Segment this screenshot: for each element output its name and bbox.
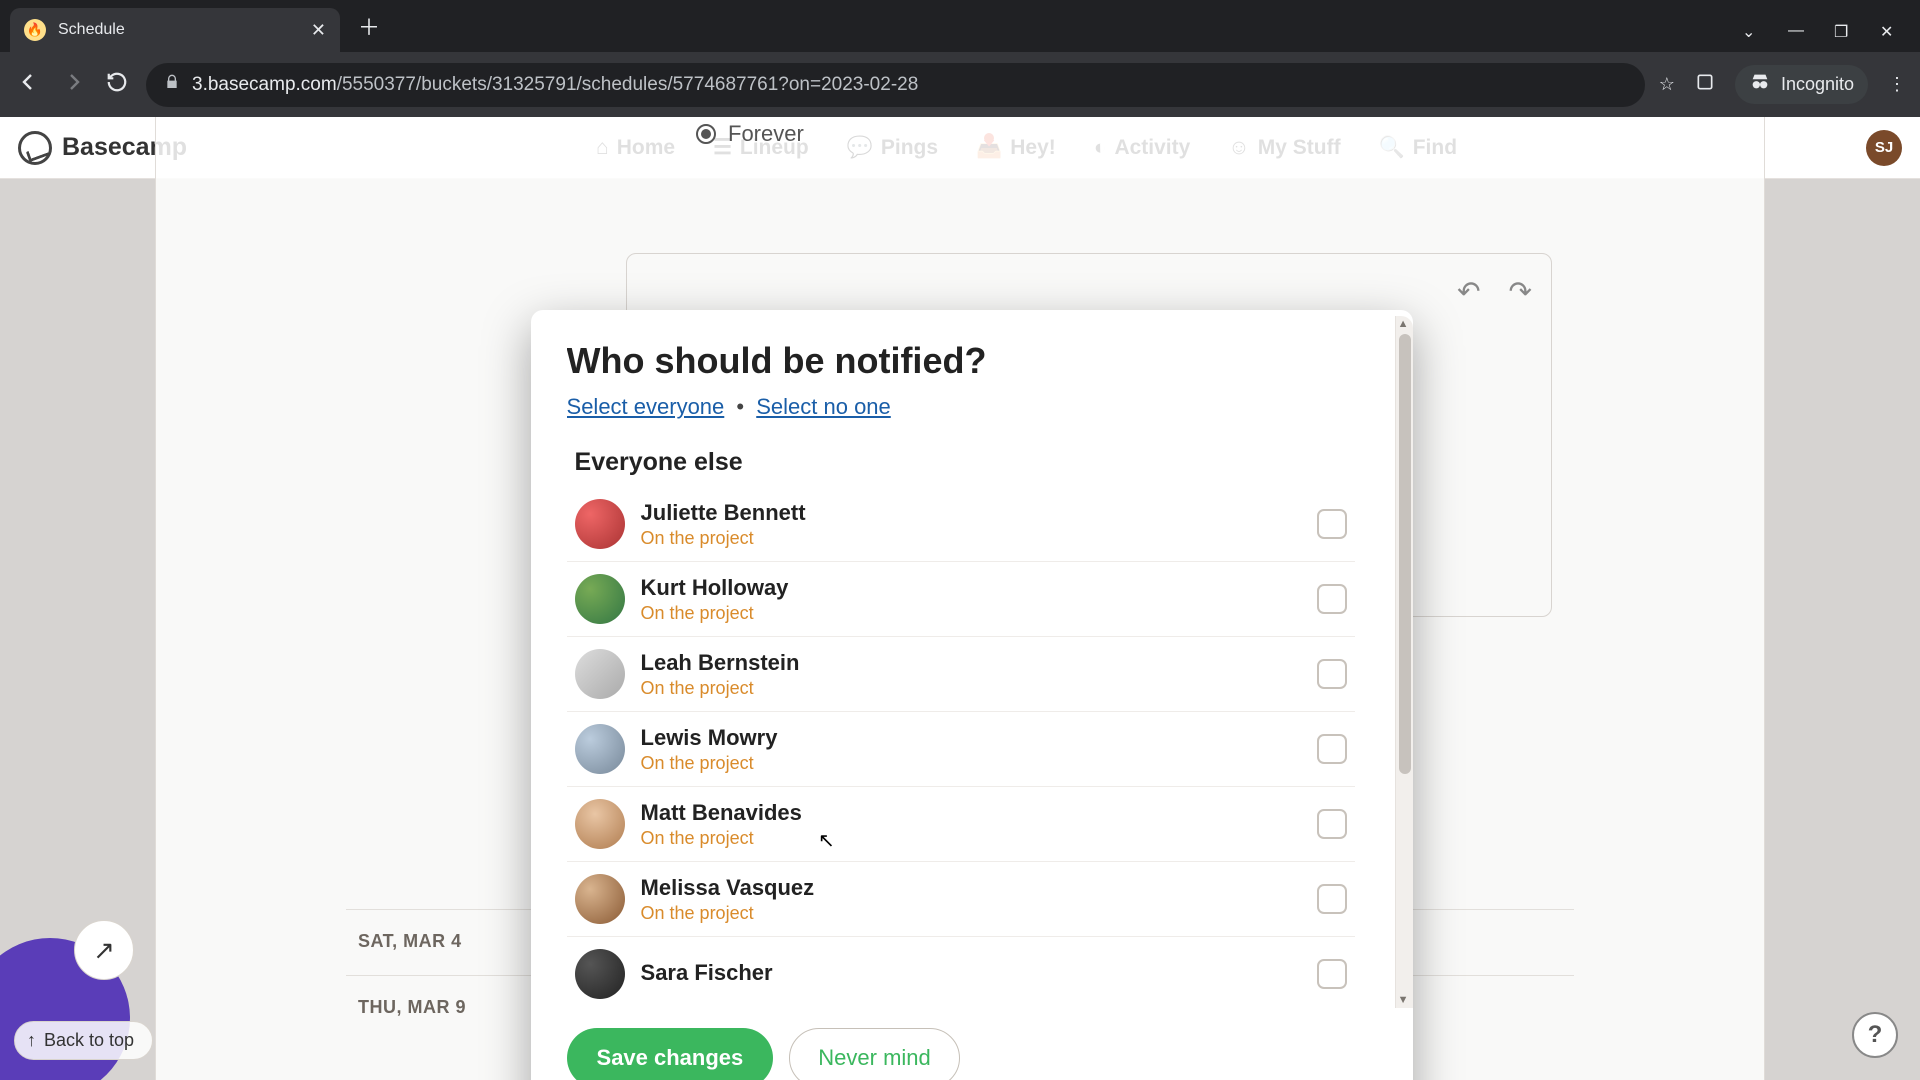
schedule-date-label: THU, MAR 9 <box>358 997 466 1018</box>
address-bar[interactable]: 3.basecamp.com/5550377/buckets/31325791/… <box>146 63 1645 107</box>
radio-selected-icon <box>696 124 716 144</box>
undo-icon[interactable]: ↶ <box>1457 275 1480 308</box>
scroll-thumb[interactable] <box>1399 334 1411 774</box>
nav-forward-icon <box>58 70 88 99</box>
person-checkbox[interactable] <box>1317 584 1347 614</box>
person-checkbox[interactable] <box>1317 734 1347 764</box>
never-mind-button[interactable]: Never mind <box>789 1028 959 1080</box>
person-sub: On the project <box>641 903 1301 924</box>
window-controls: ⌄ ― ❐ ✕ <box>1742 22 1920 40</box>
person-avatar <box>575 724 625 774</box>
tab-favicon-icon: 🔥 <box>24 19 46 41</box>
incognito-icon <box>1749 71 1771 98</box>
modal-scrollbar[interactable]: ▲ ▼ <box>1395 316 1413 1008</box>
back-to-top-label: Back to top <box>44 1030 134 1051</box>
person-name: Melissa Vasquez <box>641 875 1301 901</box>
people-section-heading: Everyone else <box>567 448 1355 477</box>
kebab-menu-icon[interactable]: ⋮ <box>1888 74 1906 95</box>
person-row[interactable]: Melissa VasquezOn the project <box>567 862 1355 937</box>
person-avatar <box>575 499 625 549</box>
person-row[interactable]: Lewis MowryOn the project <box>567 712 1355 787</box>
person-name: Leah Bernstein <box>641 650 1301 676</box>
lock-icon <box>164 74 180 96</box>
person-avatar <box>575 574 625 624</box>
person-name: Lewis Mowry <box>641 725 1301 751</box>
back-to-top-button[interactable]: ↑ Back to top <box>14 1021 153 1060</box>
person-checkbox[interactable] <box>1317 809 1347 839</box>
tab-bar: 🔥 Schedule ✕ ＋ ⌄ ― ❐ ✕ <box>0 0 1920 52</box>
person-avatar <box>575 649 625 699</box>
select-everyone-link[interactable]: Select everyone <box>567 394 725 419</box>
person-sub: On the project <box>641 753 1301 774</box>
new-tab-button[interactable]: ＋ <box>358 10 380 42</box>
url-text: 3.basecamp.com/5550377/buckets/31325791/… <box>192 74 918 96</box>
select-no-one-link[interactable]: Select no one <box>756 394 891 419</box>
person-sub: On the project <box>641 828 1301 849</box>
incognito-indicator[interactable]: Incognito <box>1735 65 1868 104</box>
window-maximize-icon[interactable]: ❐ <box>1834 22 1852 40</box>
person-name: Sara Fischer <box>641 960 1301 986</box>
person-name: Juliette Bennett <box>641 500 1301 526</box>
person-checkbox[interactable] <box>1317 884 1347 914</box>
recurrence-forever-label: Forever <box>728 121 804 147</box>
separator-dot: • <box>736 394 744 419</box>
person-checkbox[interactable] <box>1317 509 1347 539</box>
tab-close-icon[interactable]: ✕ <box>311 20 326 41</box>
person-checkbox[interactable] <box>1317 659 1347 689</box>
bulk-select-links: Select everyone • Select no one <box>567 394 1355 420</box>
tab-title: Schedule <box>58 21 299 39</box>
nav-back-icon[interactable] <box>14 70 44 99</box>
modal-title: Who should be notified? <box>567 340 1355 382</box>
person-row[interactable]: Leah BernsteinOn the project <box>567 637 1355 712</box>
window-close-icon[interactable]: ✕ <box>1880 22 1898 40</box>
recurrence-forever-option[interactable]: Forever <box>696 121 804 147</box>
scroll-down-icon[interactable]: ▼ <box>1398 994 1409 1006</box>
promo-arrow-button[interactable]: ↗ <box>74 920 134 980</box>
redo-icon[interactable]: ↷ <box>1509 275 1532 308</box>
person-sub: On the project <box>641 603 1301 624</box>
people-list: Juliette BennettOn the project Kurt Holl… <box>567 487 1355 1008</box>
person-sub: On the project <box>641 528 1301 549</box>
modal-actions: Save changes Never mind <box>531 1008 1413 1080</box>
person-checkbox[interactable] <box>1317 959 1347 989</box>
save-changes-button[interactable]: Save changes <box>567 1028 774 1080</box>
person-sub: On the project <box>641 678 1301 699</box>
toolbar-right: ☆ Incognito ⋮ <box>1659 65 1906 104</box>
scroll-up-icon[interactable]: ▲ <box>1398 318 1409 330</box>
browser-tab[interactable]: 🔥 Schedule ✕ <box>10 8 340 52</box>
arrow-up-icon: ↑ <box>27 1030 36 1051</box>
schedule-date-label: SAT, MAR 4 <box>358 931 462 952</box>
modal-body: Who should be notified? Select everyone … <box>531 310 1413 1008</box>
browser-chrome: 🔥 Schedule ✕ ＋ ⌄ ― ❐ ✕ 3.basecamp.com/55… <box>0 0 1920 117</box>
brand-mark-icon <box>18 131 52 165</box>
tabs-dropdown-icon[interactable]: ⌄ <box>1742 22 1760 40</box>
person-row[interactable]: Kurt HollowayOn the project <box>567 562 1355 637</box>
nav-reload-icon[interactable] <box>102 71 132 98</box>
person-row[interactable]: Juliette BennettOn the project <box>567 487 1355 562</box>
bookmark-icon[interactable]: ☆ <box>1659 74 1675 95</box>
person-name: Matt Benavides <box>641 800 1301 826</box>
window-minimize-icon[interactable]: ― <box>1788 22 1806 40</box>
person-avatar <box>575 799 625 849</box>
toolbar-row: 3.basecamp.com/5550377/buckets/31325791/… <box>0 52 1920 117</box>
user-avatar[interactable]: SJ <box>1866 130 1902 166</box>
person-avatar <box>575 874 625 924</box>
person-avatar <box>575 949 625 999</box>
app-viewport: Basecamp ⌂Home ☰Lineup 💬Pings 📥Hey! ◐Act… <box>0 117 1920 1080</box>
help-button[interactable]: ? <box>1852 1012 1898 1058</box>
person-row[interactable]: Sara Fischer <box>567 937 1355 1008</box>
editor-history-controls: ↶ ↷ <box>1457 275 1532 308</box>
incognito-label: Incognito <box>1781 74 1854 95</box>
notify-modal: Who should be notified? Select everyone … <box>531 310 1413 1080</box>
extensions-icon[interactable] <box>1695 72 1715 97</box>
person-name: Kurt Holloway <box>641 575 1301 601</box>
person-row[interactable]: Matt BenavidesOn the project <box>567 787 1355 862</box>
